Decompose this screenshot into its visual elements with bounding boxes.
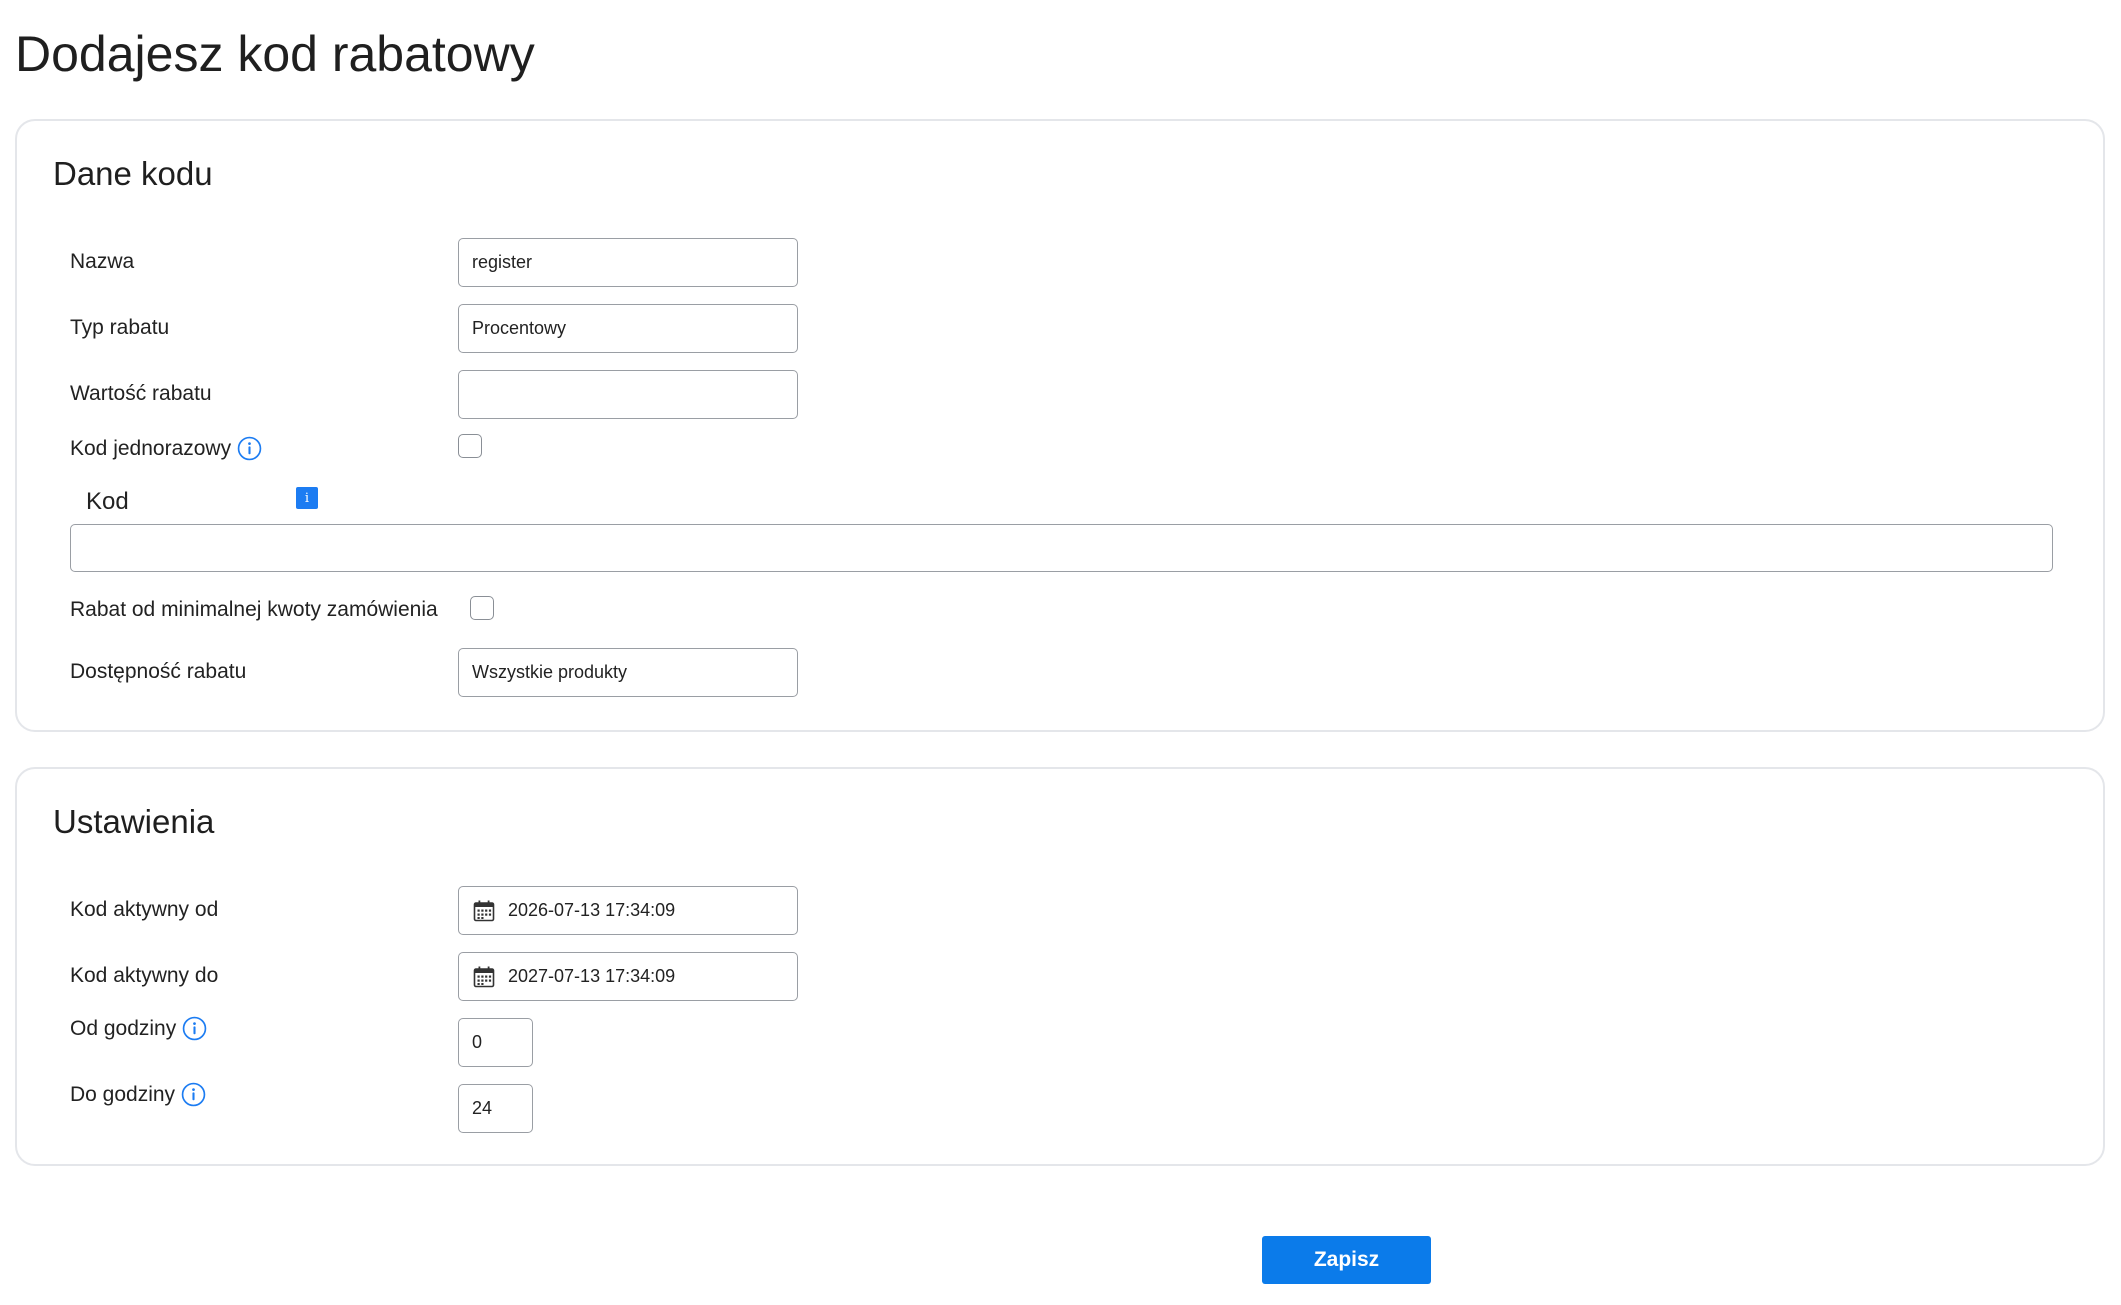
active-from-value: 2026-07-13 17:34:09	[508, 900, 676, 920]
code-label: Kod	[86, 488, 129, 515]
from-hour-label: Od godziny	[70, 1016, 177, 1040]
code-info-icon[interactable]: i	[296, 487, 318, 509]
min-order-discount-label: Rabat od minimalnej kwoty zamówienia	[70, 598, 438, 621]
code-input[interactable]	[70, 524, 2053, 572]
calendar-icon	[473, 900, 495, 921]
from-hour-label-group: Od godziny	[70, 1016, 207, 1041]
availability-select[interactable]: Wszystkie produkty	[458, 648, 798, 697]
discount-value-label: Wartość rabatu	[70, 382, 212, 405]
one-time-code-label-group: Kod jednorazowy	[70, 436, 262, 461]
info-icon[interactable]	[181, 1082, 206, 1107]
active-from-input[interactable]: 2026-07-13 17:34:09	[458, 886, 798, 935]
name-label: Nazwa	[70, 250, 135, 273]
discount-type-label: Typ rabatu	[70, 316, 170, 339]
one-time-code-label: Kod jednorazowy	[70, 436, 232, 460]
discount-type-value: Procentowy	[472, 318, 567, 338]
min-order-discount-checkbox[interactable]	[470, 596, 494, 620]
active-to-value: 2027-07-13 17:34:09	[508, 966, 676, 986]
code-data-title: Dane kodu	[53, 155, 213, 192]
code-data-card: Dane kodu Nazwa register Typ rabatu Proc…	[15, 119, 2105, 732]
from-hour-input[interactable]: 0	[458, 1018, 533, 1067]
discount-value-input[interactable]	[458, 370, 798, 419]
save-button[interactable]: Zapisz	[1262, 1236, 1431, 1284]
settings-title: Ustawienia	[53, 803, 215, 840]
name-input[interactable]: register	[458, 238, 798, 287]
to-hour-label-group: Do godziny	[70, 1082, 206, 1107]
info-icon[interactable]	[237, 436, 262, 461]
info-icon[interactable]	[182, 1016, 207, 1041]
discount-type-select[interactable]: Procentowy	[458, 304, 798, 353]
availability-value: Wszystkie produkty	[472, 662, 628, 682]
from-hour-value: 0	[472, 1032, 483, 1052]
availability-label: Dostępność rabatu	[70, 660, 247, 683]
page-title: Dodajesz kod rabatowy	[15, 26, 535, 82]
to-hour-input[interactable]: 24	[458, 1084, 533, 1133]
active-to-label: Kod aktywny do	[70, 964, 219, 987]
settings-card: Ustawienia Kod aktywny od 2026-07-13 17:…	[15, 767, 2105, 1166]
active-to-input[interactable]: 2027-07-13 17:34:09	[458, 952, 798, 1001]
to-hour-value: 24	[472, 1098, 493, 1118]
name-value: register	[472, 252, 533, 272]
calendar-icon	[473, 966, 495, 987]
to-hour-label: Do godziny	[70, 1082, 176, 1106]
one-time-code-checkbox[interactable]	[458, 434, 482, 458]
active-from-label: Kod aktywny od	[70, 898, 219, 921]
